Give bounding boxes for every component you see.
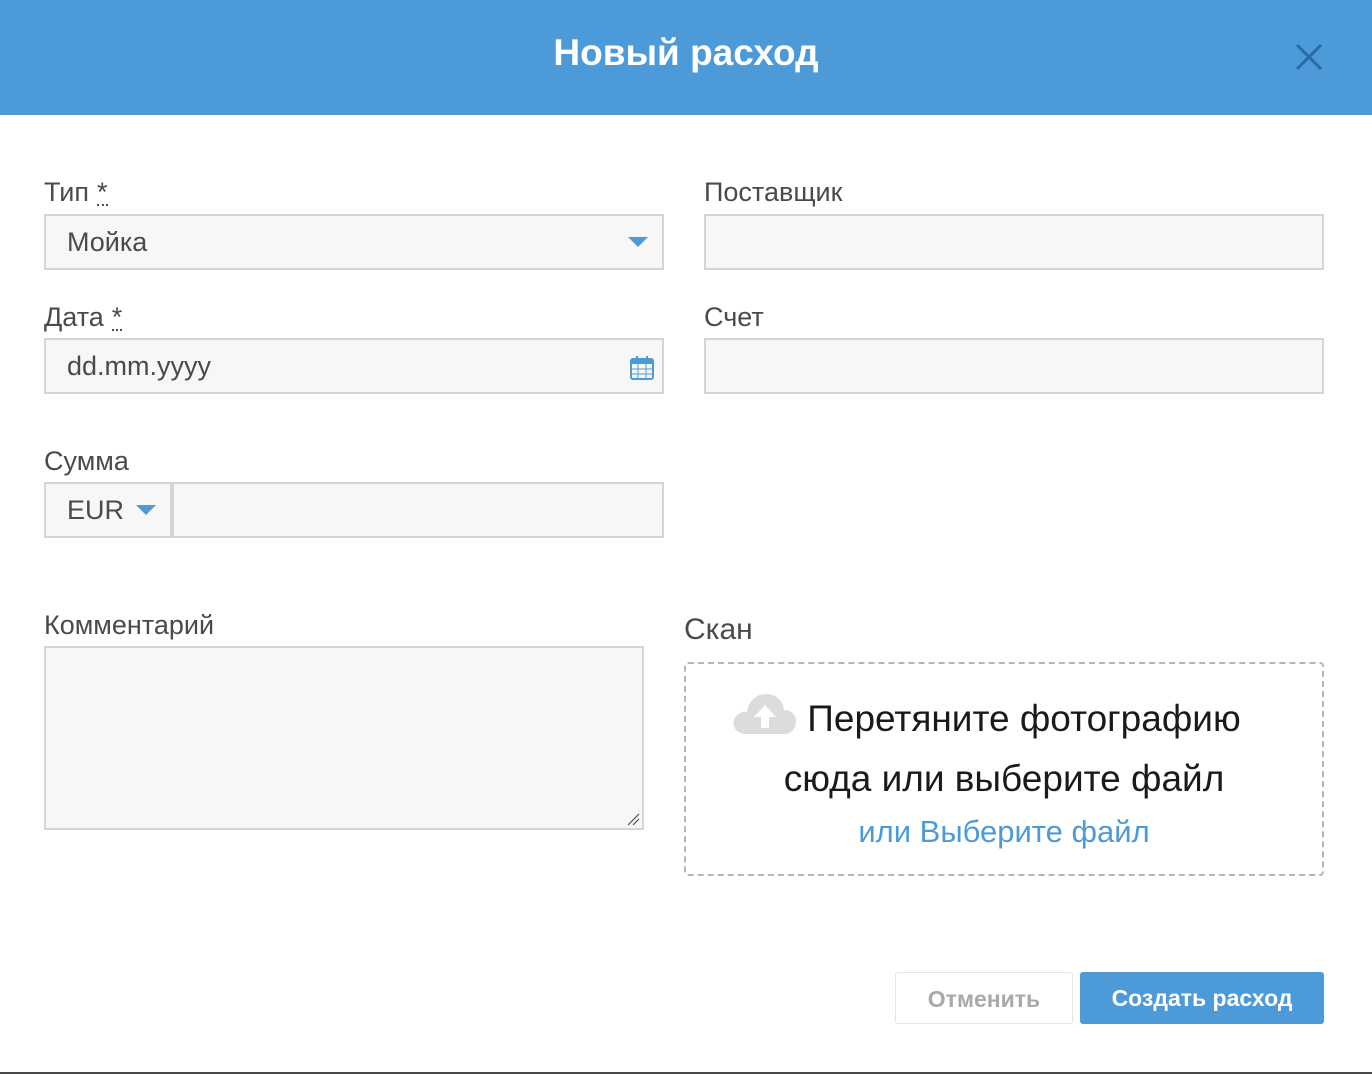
chevron-down-icon (628, 237, 648, 247)
type-select[interactable]: Мойка (44, 214, 664, 270)
scan-label: Скан (684, 613, 753, 646)
bottom-divider (0, 1072, 1372, 1074)
supplier-input[interactable] (704, 214, 1324, 270)
invoice-input[interactable] (704, 338, 1324, 394)
date-label: Дата * (44, 302, 123, 333)
required-mark: * (111, 302, 123, 332)
drop-text-line2: сюда или выберите файл (783, 758, 1225, 799)
required-mark: * (97, 177, 108, 207)
supplier-label: Поставщик (704, 177, 843, 207)
cancel-button[interactable]: Отменить (895, 972, 1073, 1024)
choose-file-link[interactable]: или Выберите файл (686, 814, 1322, 850)
close-icon[interactable] (1290, 38, 1328, 76)
chevron-down-icon (136, 505, 156, 515)
comment-textarea[interactable] (44, 646, 644, 830)
new-expense-modal: Новый расход Тип * Мойка Поставщик Дата * … (0, 0, 1372, 1074)
date-input-placeholder: dd.mm.yyyy (67, 351, 212, 381)
type-label-text: Тип (44, 177, 90, 207)
invoice-label: Счет (704, 302, 764, 332)
amount-input[interactable] (172, 482, 664, 538)
currency-select[interactable]: EUR (44, 482, 172, 538)
date-input[interactable]: dd.mm.yyyy (44, 338, 664, 394)
currency-select-value: EUR (67, 495, 125, 525)
date-label-text: Дата (44, 302, 104, 332)
comment-label: Комментарий (44, 610, 215, 640)
scan-dropzone[interactable]: Перетяните фотографию сюда или выберите … (684, 662, 1324, 876)
type-select-value: Мойка (67, 227, 148, 257)
modal-title: Новый расход (553, 32, 819, 73)
create-expense-button[interactable]: Создать расход (1080, 972, 1324, 1024)
modal-header: Новый расход (0, 0, 1372, 115)
calendar-icon[interactable] (629, 355, 655, 381)
type-label: Тип * (44, 177, 108, 208)
amount-label: Сумма (44, 446, 129, 476)
drop-text-line1: Перетяните фотографию (807, 698, 1241, 739)
resize-handle-icon[interactable] (626, 812, 640, 826)
